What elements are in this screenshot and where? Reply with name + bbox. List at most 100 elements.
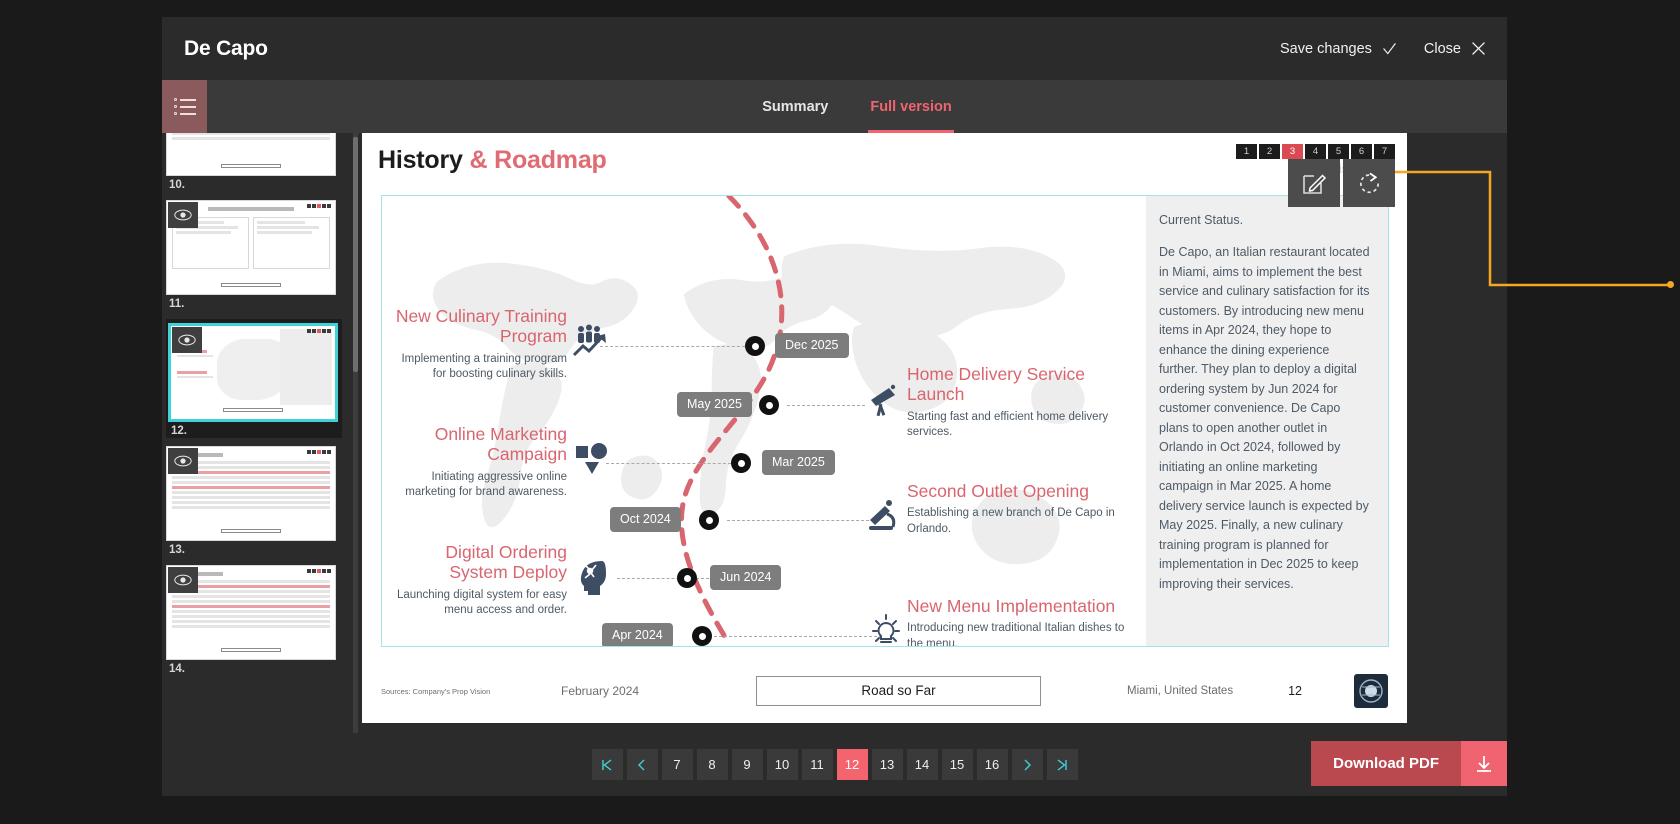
- page-button-10[interactable]: 10: [766, 749, 798, 780]
- thumbnail-preview[interactable]: [166, 133, 336, 176]
- step-1[interactable]: 1: [1236, 144, 1257, 159]
- connector-line: [600, 346, 745, 347]
- timeline-item-subtitle: Implementing a training program for boos…: [401, 352, 567, 381]
- slide-edit-toolbar: [1288, 159, 1395, 207]
- step-2[interactable]: 2: [1259, 144, 1280, 159]
- timeline-node[interactable]: [759, 395, 779, 415]
- timeline-item-title: Second Outlet Opening: [907, 481, 1089, 501]
- thumbnail-preview[interactable]: [166, 200, 336, 295]
- timeline-node[interactable]: [731, 453, 751, 473]
- check-icon: [1383, 43, 1396, 55]
- timeline-item: Second Outlet Opening Establishing a new…: [907, 481, 1132, 537]
- thumbnail-number: 12.: [171, 425, 187, 437]
- thumbnail-scrollbar-thumb[interactable]: [353, 137, 358, 372]
- page-button-12-active[interactable]: 12: [836, 749, 868, 780]
- slide-title-main: History: [378, 146, 463, 174]
- download-pdf-label: Download PDF: [1311, 741, 1461, 786]
- thumbnail-preview[interactable]: [166, 565, 336, 660]
- regenerate-slide-button[interactable]: [1343, 159, 1395, 207]
- download-icon-box[interactable]: [1461, 741, 1507, 786]
- thumbnail-item[interactable]: 11.: [166, 200, 348, 311]
- slide-location: Miami, United States: [1126, 685, 1234, 697]
- download-icon: [1477, 755, 1491, 772]
- thumbnail-number: 11.: [169, 298, 185, 310]
- thumbnail-visibility-toggle[interactable]: [168, 567, 198, 593]
- timeline-date-chip: Oct 2024: [610, 507, 681, 532]
- prev-page-button[interactable]: [626, 749, 658, 780]
- thumbnail-item-selected[interactable]: 12.: [166, 319, 342, 438]
- timeline-node[interactable]: [692, 626, 712, 646]
- save-changes-button[interactable]: Save changes: [1280, 40, 1398, 57]
- step-6[interactable]: 6: [1351, 144, 1372, 159]
- world-map-timeline: Dec 2025 May 2025 Mar 2025 Oct 2024 Jun …: [382, 196, 1146, 646]
- tabs-bar: Summary Full version: [162, 80, 1507, 133]
- step-3-active[interactable]: 3: [1282, 144, 1303, 159]
- page-button-16[interactable]: 16: [976, 749, 1008, 780]
- lightbulb-icon: [872, 614, 900, 643]
- page-button-8[interactable]: 8: [696, 749, 728, 780]
- modal-body: 10. 11. 12. 13. 14. History & Roadmap 1 …: [162, 133, 1507, 733]
- thumbnail-item[interactable]: 13.: [166, 446, 348, 557]
- thumbnail-visibility-toggle[interactable]: [172, 327, 202, 353]
- step-4[interactable]: 4: [1305, 144, 1326, 159]
- page-button-11[interactable]: 11: [801, 749, 833, 780]
- timeline-node[interactable]: [677, 568, 697, 588]
- step-7[interactable]: 7: [1374, 144, 1395, 159]
- next-page-button[interactable]: [1011, 749, 1043, 780]
- header-actions: Save changes Close: [1280, 40, 1487, 57]
- next-page-icon: [1024, 759, 1031, 770]
- app-root: De Capo Save changes Close Summary Full …: [0, 0, 1680, 824]
- thumbnail-preview[interactable]: [168, 323, 338, 422]
- timeline-date-chip: Apr 2024: [602, 623, 673, 646]
- page-button-14[interactable]: 14: [906, 749, 938, 780]
- page-button-15[interactable]: 15: [941, 749, 973, 780]
- current-status-heading: Current Status.: [1159, 213, 1244, 227]
- company-logo-icon: [1354, 674, 1388, 708]
- edit-slide-button[interactable]: [1288, 159, 1340, 207]
- thumbnail-item[interactable]: 10.: [166, 133, 348, 192]
- timeline-item-title: Online Marketing Campaign: [434, 424, 567, 465]
- tab-full-version[interactable]: Full version: [868, 80, 955, 133]
- timeline-node[interactable]: [745, 336, 765, 356]
- thumbnail-scrollbar-track[interactable]: [353, 133, 358, 733]
- menu-toggle-button[interactable]: [162, 80, 207, 133]
- timeline-node[interactable]: [699, 510, 719, 530]
- thumbnail-sidebar: 10. 11. 12. 13. 14.: [162, 133, 362, 733]
- thumbnail-number: 13.: [169, 544, 185, 556]
- timeline-item: Digital Ordering System Deploy Launching…: [392, 542, 567, 619]
- last-page-icon: [1057, 758, 1067, 771]
- thumbnail-preview[interactable]: [166, 446, 336, 541]
- last-page-button[interactable]: [1046, 749, 1078, 780]
- page-button-9[interactable]: 9: [731, 749, 763, 780]
- slide-viewer: History & Roadmap 1 2 3 4 5 6 7 Check Li…: [362, 133, 1507, 733]
- timeline-item-subtitle: Launching digital system for easy menu a…: [396, 588, 567, 617]
- timeline-date-chip: Dec 2025: [775, 333, 849, 358]
- timeline-date-chip: May 2025: [677, 392, 752, 417]
- thumbnail-list: 10. 11. 12. 13. 14.: [162, 133, 348, 684]
- slide-step-indicator: 1 2 3 4 5 6 7: [1236, 144, 1395, 159]
- connector-line: [606, 463, 731, 464]
- people-growth-chart-icon: [572, 324, 606, 357]
- tab-summary[interactable]: Summary: [760, 80, 830, 133]
- first-page-button[interactable]: [591, 749, 623, 780]
- connector-line: [727, 520, 879, 521]
- close-button[interactable]: Close: [1424, 40, 1487, 57]
- timeline-item: New Menu Implementation Introducing new …: [907, 596, 1132, 646]
- head-gears-icon: [580, 561, 606, 595]
- thumbnail-item[interactable]: 14.: [166, 565, 348, 676]
- pagination-bar: 7 8 9 10 11 12 13 14 15 16 Download PDF: [162, 733, 1507, 796]
- eye-icon: [174, 209, 192, 221]
- timeline-item-subtitle: Starting fast and efficient home deliver…: [907, 410, 1109, 439]
- document-preview-modal: De Capo Save changes Close Summary Full …: [162, 17, 1507, 796]
- eye-icon: [174, 574, 192, 586]
- connector-line: [714, 636, 882, 637]
- close-icon: [1472, 42, 1485, 55]
- download-pdf-button[interactable]: Download PDF: [1311, 741, 1507, 786]
- slide-title-accent: & Roadmap: [469, 146, 607, 174]
- timeline-item-subtitle: Initiating aggressive online marketing f…: [405, 470, 567, 499]
- page-button-7[interactable]: 7: [661, 749, 693, 780]
- page-button-13[interactable]: 13: [871, 749, 903, 780]
- thumbnail-visibility-toggle[interactable]: [168, 448, 198, 474]
- step-5[interactable]: 5: [1328, 144, 1349, 159]
- thumbnail-visibility-toggle[interactable]: [168, 202, 198, 228]
